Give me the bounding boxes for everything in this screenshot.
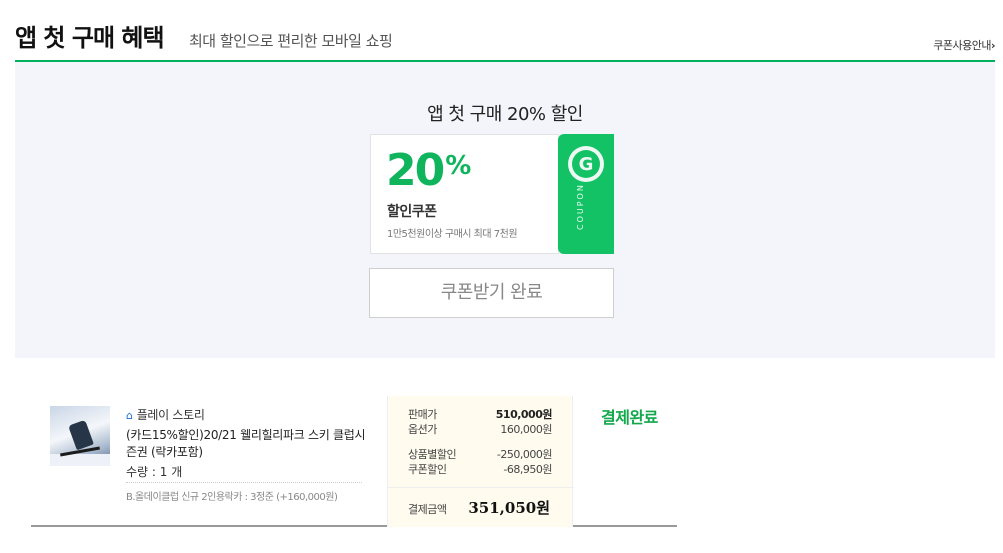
order-item: ⌂ 플레이 스토리 (카드15%할인)20/21 웰리힐리파크 스키 클럽시즌권 … xyxy=(31,396,677,527)
coupon-section: 앱 첫 구매 20% 할인 20% 할인쿠폰 1만5천원이상 구매시 최대 7천… xyxy=(15,62,995,358)
coupon-body: 20% 할인쿠폰 1만5천원이상 구매시 최대 7천원 xyxy=(370,134,559,254)
page-header: 앱 첫 구매 혜택 최대 할인으로 편리한 모바일 쇼핑 쿠폰사용안내› xyxy=(15,18,996,62)
total-price-label: 결제금액 xyxy=(408,503,447,516)
coupon-name: 할인쿠폰 xyxy=(387,204,437,220)
home-icon: ⌂ xyxy=(126,409,133,422)
thumbnail-snow xyxy=(50,454,110,466)
product-discount-label: 상품별할인 xyxy=(408,448,457,461)
total-price-value: 351,050원 xyxy=(468,499,550,517)
g-logo-icon: G xyxy=(568,146,604,182)
coupon-percent: 20% xyxy=(386,145,471,196)
coupon-discount-row: 쿠폰할인 -68,950원 xyxy=(408,461,552,477)
coupon-receive-button[interactable]: 쿠폰받기 완료 xyxy=(369,268,614,318)
order-status: 결제완료 xyxy=(601,408,658,427)
g-logo-letter: G xyxy=(572,150,600,178)
option-price-value: 160,000원 xyxy=(500,423,552,436)
coupon-card: 20% 할인쿠폰 1만5천원이상 구매시 최대 7천원 G COUPON xyxy=(370,134,614,254)
coupon-heading: 앱 첫 구매 20% 할인 xyxy=(427,104,583,125)
coupon-perforation xyxy=(554,134,562,254)
coupon-guide-label: 쿠폰사용안내 xyxy=(933,39,991,52)
product-discount-row: 상품별할인 -250,000원 xyxy=(408,446,553,462)
option-divider xyxy=(126,482,362,483)
product-quantity: 수량 : 1 개 xyxy=(126,465,183,479)
price-summary: 판매가 510,000원 옵션가 160,000원 상품별할인 -250,000… xyxy=(387,396,574,527)
product-option: B.올데이클럽 신규 2인용락카 : 3정준 (+160,000원) xyxy=(126,492,338,503)
page-subtitle: 최대 할인으로 편리한 모바일 쇼핑 xyxy=(189,32,393,50)
coupon-side-text: COUPON xyxy=(576,183,585,230)
thumbnail-skier xyxy=(68,419,94,451)
coupon-guide-link[interactable]: 쿠폰사용안내› xyxy=(933,37,995,53)
option-price-label: 옵션가 xyxy=(408,423,437,436)
coupon-percent-value: 20 xyxy=(386,145,445,196)
shop-link[interactable]: ⌂ 플레이 스토리 xyxy=(126,406,205,423)
sale-price-value: 510,000원 xyxy=(495,408,553,421)
shop-name: 플레이 스토리 xyxy=(136,408,205,422)
option-price-row: 옵션가 160,000원 xyxy=(408,421,552,437)
coupon-condition: 1만5천원이상 구매시 최대 7천원 xyxy=(387,229,518,240)
product-discount-value: -250,000원 xyxy=(496,448,553,461)
coupon-tab: G COUPON xyxy=(554,134,614,254)
sale-price-row: 판매가 510,000원 xyxy=(408,406,553,422)
product-name[interactable]: (카드15%할인)20/21 웰리힐리파크 스키 클럽시즌권 (락카포함) xyxy=(126,427,366,461)
sale-price-label: 판매가 xyxy=(408,408,437,421)
coupon-percent-sign: % xyxy=(445,151,471,181)
coupon-discount-value: -68,950원 xyxy=(503,463,552,476)
coupon-discount-label: 쿠폰할인 xyxy=(408,463,447,476)
price-divider xyxy=(388,487,574,488)
product-thumbnail[interactable] xyxy=(50,406,110,466)
page-title: 앱 첫 구매 혜택 xyxy=(15,24,165,52)
chevron-right-icon: › xyxy=(990,39,996,52)
